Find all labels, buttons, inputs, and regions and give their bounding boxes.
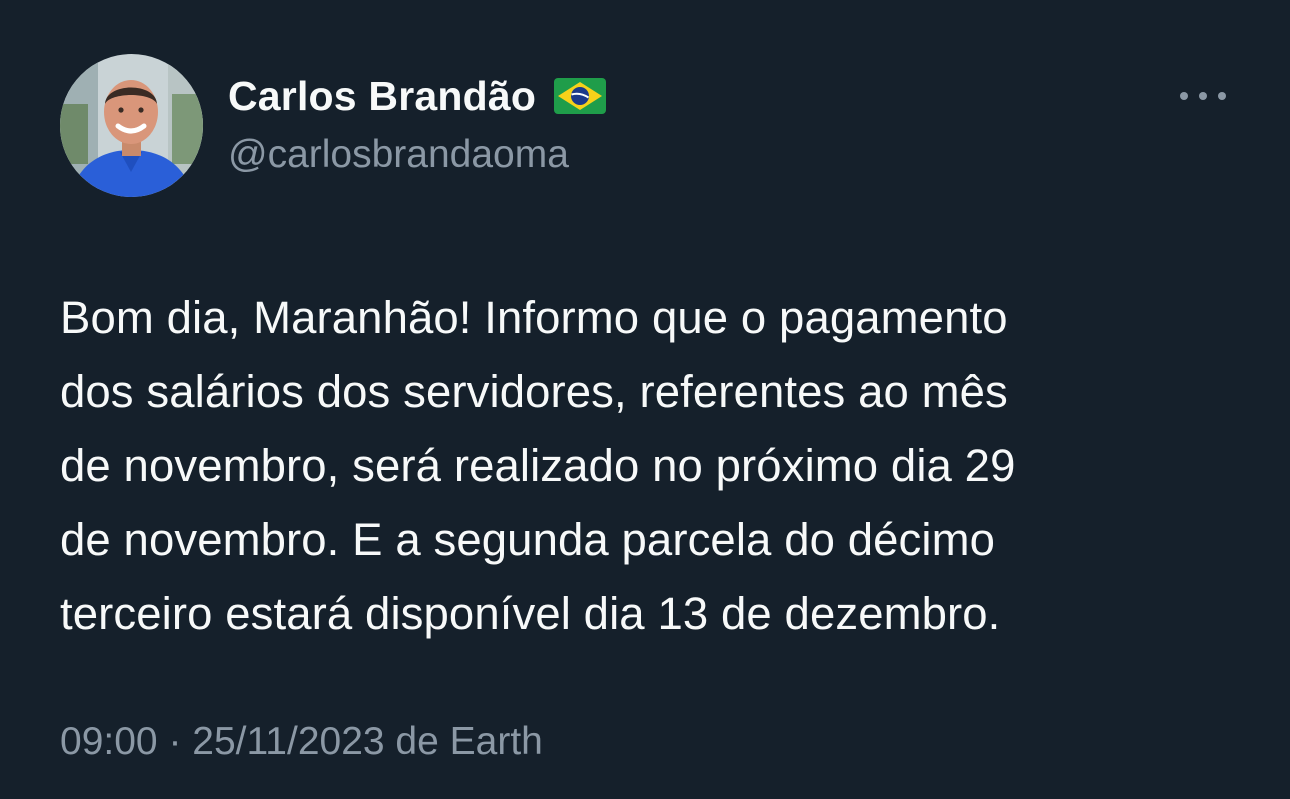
tweet-meta: 09:00 · 25/11/2023 de Earth — [60, 720, 543, 764]
author-handle[interactable]: @carlosbrandaoma — [228, 133, 569, 177]
more-options-icon[interactable] — [1180, 86, 1226, 106]
author-name-text: Carlos Brandão — [228, 72, 537, 119]
tweet-time: 09:00 — [60, 720, 158, 763]
meta-separator: · — [157, 720, 193, 763]
tweet-text: Bom dia, Maranhão! Informo que o pagamen… — [60, 281, 1220, 651]
tweet-text-line: dos salários dos servidores, referentes … — [60, 366, 1008, 417]
more-dot — [1199, 92, 1207, 100]
tweet-date: 25/11/2023 — [192, 720, 385, 763]
tweet-text-line: de novembro. E a segunda parcela do déci… — [60, 514, 996, 565]
brazil-flag-icon — [554, 78, 607, 114]
author-display-name[interactable]: Carlos Brandão — [228, 70, 607, 122]
tweet-text-line: de novembro, será realizado no próximo d… — [60, 440, 1016, 491]
tweet-text-line: Bom dia, Maranhão! Informo que o pagamen… — [60, 292, 1008, 343]
avatar[interactable] — [60, 54, 203, 197]
tweet-text-line: terceiro estará disponível dia 13 de dez… — [60, 588, 1001, 639]
tweet-timestamp[interactable]: 09:00 · 25/11/2023 — [60, 720, 385, 763]
tweet-source[interactable]: Earth — [450, 720, 543, 763]
more-dot — [1218, 92, 1226, 100]
meta-via: de — [384, 720, 450, 763]
more-dot — [1180, 92, 1188, 100]
